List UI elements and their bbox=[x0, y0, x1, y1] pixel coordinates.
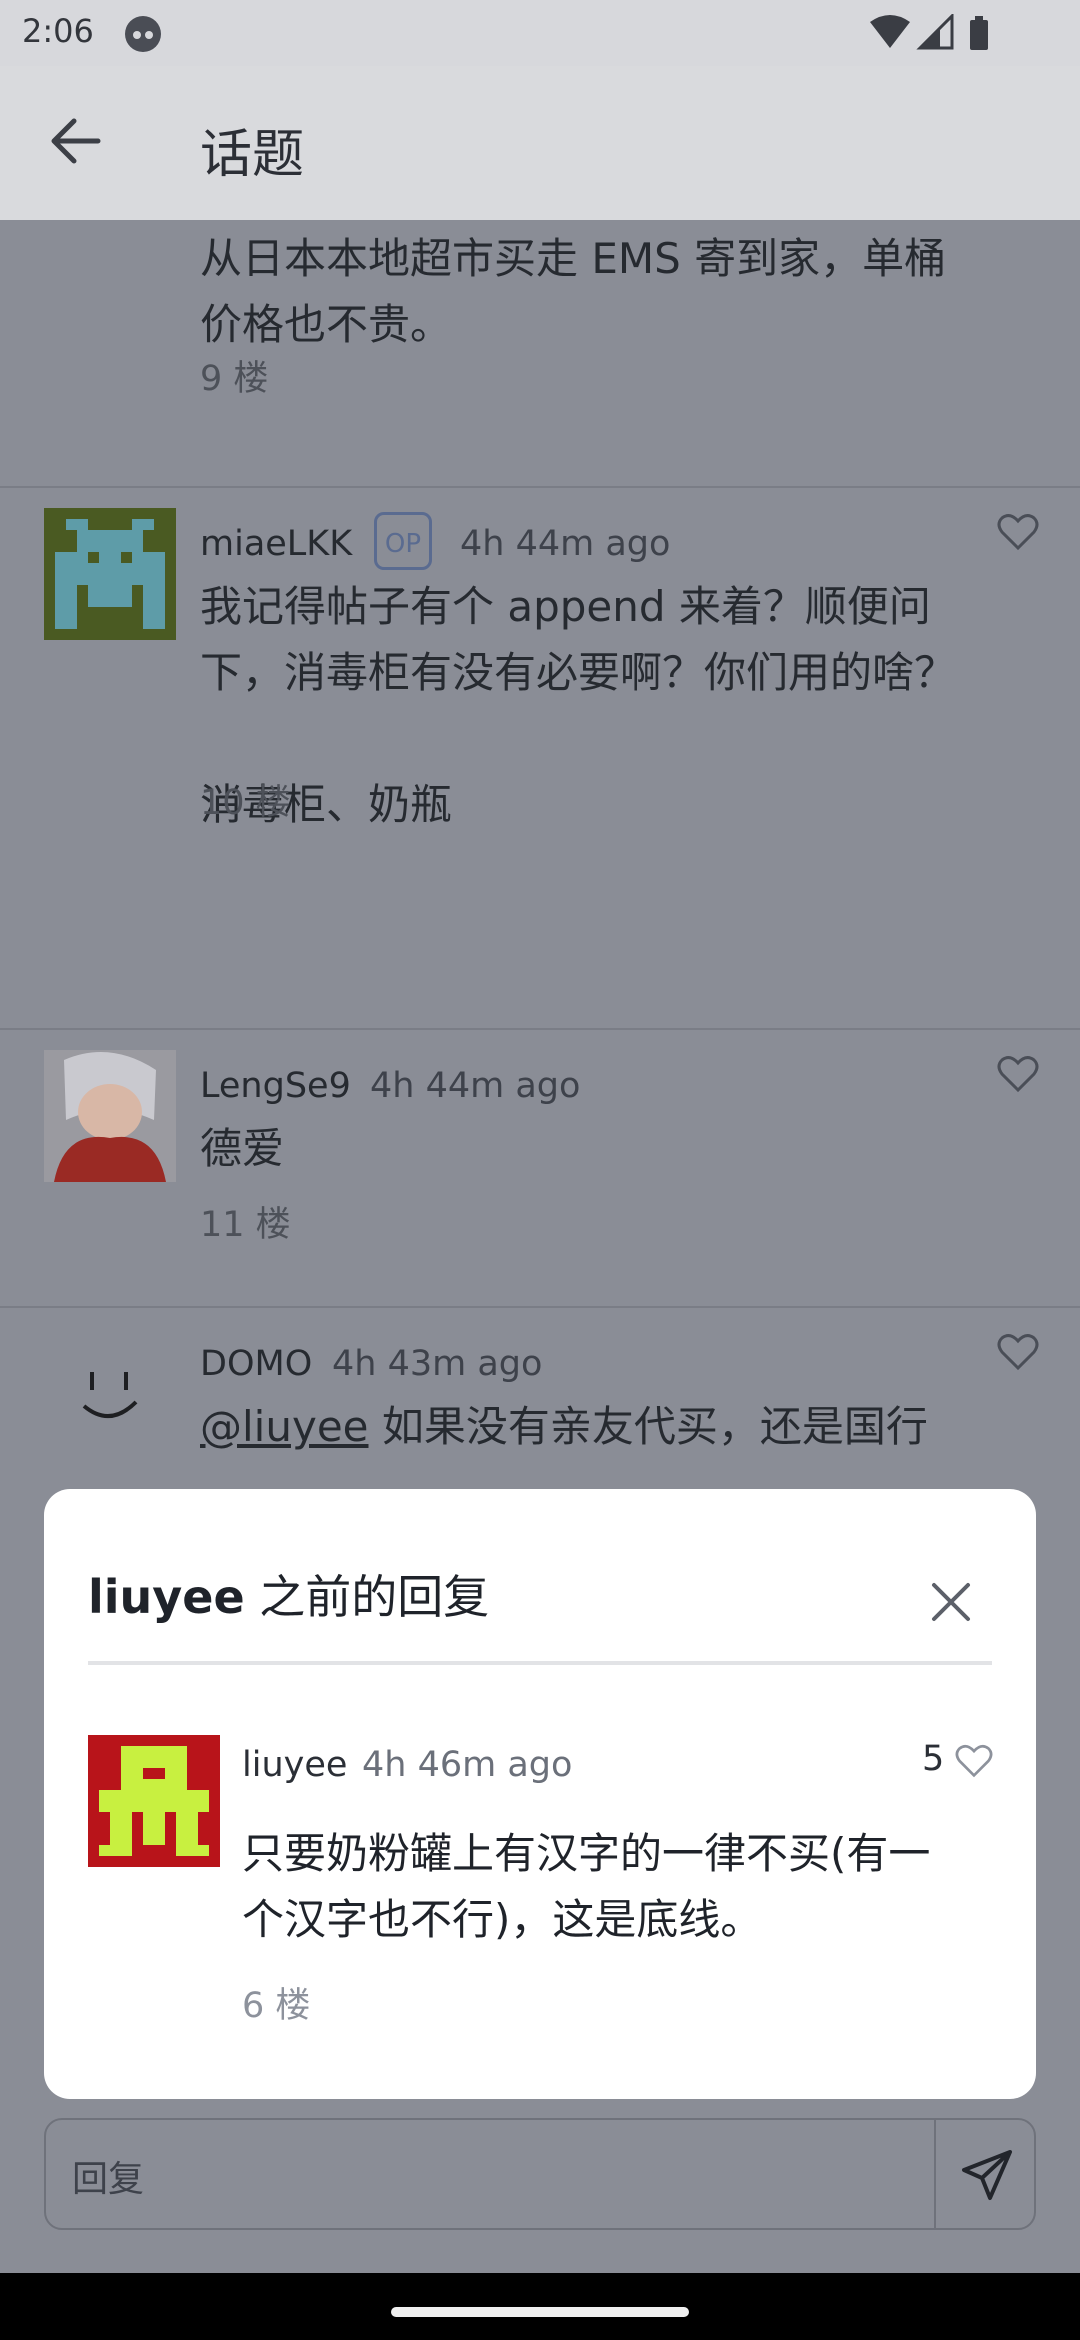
status-bar: 2:06 bbox=[0, 0, 1080, 66]
dialog-title-text: 之前的回复 bbox=[244, 1570, 490, 1624]
post-time: 4h 44m ago bbox=[460, 524, 671, 564]
back-button[interactable] bbox=[40, 106, 110, 176]
floor-label: 11 楼 bbox=[200, 1205, 291, 1245]
post-username[interactable]: miaeLKK bbox=[200, 524, 352, 564]
post-text-body: 如果没有亲友代买，还是国行 bbox=[368, 1402, 928, 1451]
previous-reply-dialog: liuyee 之前的回复 liuyee 4h 46m ago 5 只要奶粉罐上有… bbox=[44, 1489, 1036, 2099]
list-item[interactable]: LengSe9 4h 44m ago 德爱 11 楼 bbox=[0, 1028, 1080, 1306]
battery-icon bbox=[970, 16, 988, 50]
close-icon bbox=[932, 1583, 970, 1621]
post-text: 我记得帖子有个 append 来着？顺便问下，消毒柜有没有必要啊？你们用的啥？ … bbox=[200, 582, 957, 829]
like-button[interactable] bbox=[954, 1743, 994, 1779]
reply-bar: 回复 bbox=[44, 2118, 1036, 2230]
send-button[interactable] bbox=[958, 2146, 1016, 2204]
post-username[interactable]: DOMO bbox=[200, 1344, 312, 1384]
home-gesture-handle[interactable] bbox=[391, 2307, 689, 2317]
heart-icon bbox=[997, 514, 1039, 551]
app-bar: 话题 bbox=[0, 66, 1080, 220]
arrow-back-icon bbox=[51, 118, 101, 164]
heart-icon bbox=[955, 1744, 993, 1778]
avatar[interactable] bbox=[44, 508, 176, 640]
post-text: 德爱 bbox=[200, 1124, 285, 1173]
page-title: 话题 bbox=[200, 125, 305, 185]
avatar[interactable] bbox=[44, 1050, 176, 1182]
post-text: @liuyee 如果没有亲友代买，还是国行 bbox=[200, 1394, 980, 1460]
like-count: 5 bbox=[922, 1739, 945, 1779]
avatar[interactable] bbox=[44, 1328, 176, 1460]
post-time: 4h 44m ago bbox=[370, 1066, 581, 1106]
dialog-title: liuyee 之前的回复 bbox=[88, 1561, 489, 1627]
like-button[interactable] bbox=[996, 1332, 1040, 1372]
signal-icon bbox=[916, 14, 954, 50]
status-icons bbox=[870, 14, 1000, 50]
reply-time: 4h 46m ago bbox=[362, 1745, 573, 1785]
post-text: 子吃的那种，不是日本进口奶粉。 从日本本地超市买走 EMS 寄到家，单桶价格也不… bbox=[200, 234, 947, 349]
reply-text: 只要奶粉罐上有汉字的一律不买(有一个汉字也不行)，这是底线。 bbox=[242, 1829, 931, 1944]
floor-label: 10 楼 bbox=[200, 783, 291, 823]
floor-label: 9 楼 bbox=[200, 359, 269, 399]
like-button[interactable] bbox=[996, 512, 1040, 552]
heart-icon bbox=[997, 1056, 1039, 1093]
heart-icon bbox=[997, 1334, 1039, 1371]
post-time: 4h 43m ago bbox=[332, 1344, 543, 1384]
status-time: 2:06 bbox=[22, 12, 94, 50]
user-mention-link[interactable]: @liuyee bbox=[200, 1402, 369, 1451]
reply-divider bbox=[934, 2120, 936, 2228]
reply-username[interactable]: liuyee bbox=[242, 1745, 347, 1785]
navigation-bar bbox=[0, 2273, 1080, 2340]
wifi-icon bbox=[870, 15, 910, 48]
list-item[interactable]: miaeLKK OP 4h 44m ago 我记得帖子有个 append 来着？… bbox=[0, 486, 1080, 1028]
close-button[interactable] bbox=[928, 1579, 974, 1625]
post-username[interactable]: LengSe9 bbox=[200, 1066, 351, 1106]
notification-app-icon bbox=[125, 16, 161, 52]
avatar[interactable] bbox=[88, 1735, 220, 1867]
dialog-title-user: liuyee bbox=[88, 1570, 245, 1624]
op-badge: OP bbox=[374, 512, 432, 570]
like-button[interactable] bbox=[996, 1054, 1040, 1094]
send-icon bbox=[962, 2150, 1012, 2200]
reply-input[interactable]: 回复 bbox=[72, 2150, 144, 2202]
dialog-divider bbox=[88, 1661, 992, 1665]
floor-label: 6 楼 bbox=[242, 1986, 311, 2026]
